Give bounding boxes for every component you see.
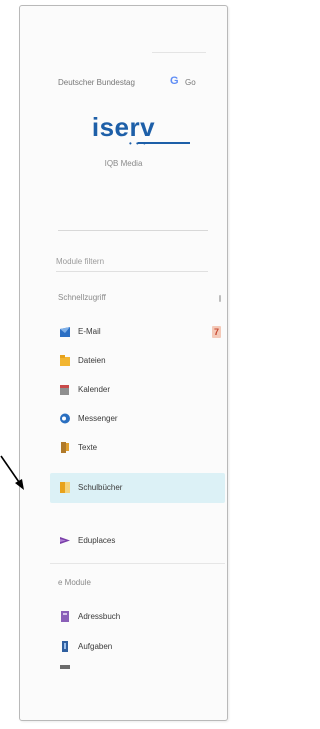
sidebar-item-eduplaces[interactable]: Eduplaces [50,526,225,556]
context-row[interactable]: Deutscher Bundestag G Go [20,74,227,90]
sidebar-item-aufgaben[interactable]: Aufgaben [50,632,225,662]
sidebar-item-label: Eduplaces [78,536,116,545]
logo-subtitle: IQB Media [104,159,143,168]
sidebar-item-kalender[interactable]: Kalender [50,375,225,405]
search-underline [56,271,208,272]
sidebar-item-label: E-Mail [78,327,101,336]
section-divider [50,563,225,564]
modules-heading: e Module [58,578,91,587]
sidebar-item-label: Aufgaben [78,642,113,651]
sidebar-item-label: Messenger [78,414,118,423]
sidebar-item-partial[interactable] [50,661,225,675]
iserv-logo[interactable]: iserv [20,112,227,143]
mail-icon [60,327,70,337]
sidebar-item-label: Texte [78,443,98,452]
eduplaces-icon [60,537,70,544]
section-toggle-icon[interactable] [219,295,221,302]
module-search-input[interactable] [56,254,206,268]
header-divider [58,230,208,231]
top-divider [152,52,206,53]
calendar-icon [60,385,69,395]
quick-access-heading: Schnellzugriff [58,293,106,302]
sidebar-item-schulbuecher[interactable]: Schulbücher [50,473,225,503]
sidebar-item-label: Kalender [78,385,111,394]
sidebar-item-dateien[interactable]: Dateien [50,346,225,376]
pointer-arrow-icon [0,455,24,490]
sidebar-item-label: Dateien [78,356,106,365]
google-label: Go [185,78,196,87]
address-book-icon [61,611,69,622]
tasks-icon [62,641,68,652]
sidebar-item-email[interactable]: E-Mail 7 [50,317,225,347]
unread-badge: 7 [212,326,221,338]
sidebar-item-label: Adressbuch [78,612,121,621]
sidebar-item-texte[interactable]: Texte [50,433,225,463]
messenger-icon [60,413,70,424]
text-document-icon [61,442,69,453]
folder-icon [60,355,70,366]
partial-item-icon [60,665,70,669]
google-icon[interactable]: G [170,75,179,87]
sidebar-panel: Deutscher Bundestag G Go iserv • • • IQB… [19,5,228,721]
book-icon [60,482,70,493]
sidebar-item-adressbuch[interactable]: Adressbuch [50,602,225,632]
logo-underline [138,142,190,144]
context-label: Deutscher Bundestag [58,78,135,87]
sidebar-item-label: Schulbücher [78,483,123,492]
sidebar-item-messenger[interactable]: Messenger [50,404,225,434]
